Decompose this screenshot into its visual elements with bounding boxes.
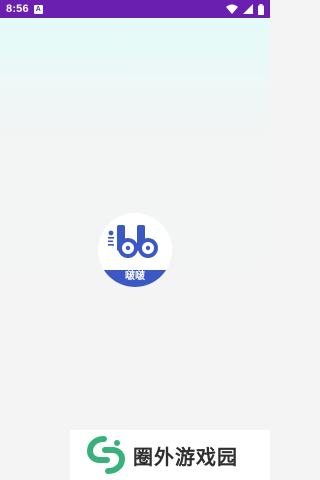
wifi-icon [226,4,238,14]
signal-icon [243,4,253,14]
status-left: 8:56 A [6,3,43,15]
app-name-band: 啵啵 [98,270,172,287]
status-bar: 8:56 A [0,0,270,18]
app-logo: 啵啵 [98,213,172,287]
app-name-label: 啵啵 [125,271,145,282]
watermark-text: 圈外游戏园 [133,444,238,469]
notification-a-icon: A [33,4,43,14]
quanwai-logo-icon [86,436,126,474]
battery-icon [258,3,264,15]
status-right [226,3,264,15]
site-watermark: 圈外游戏园 [70,430,270,480]
status-time: 8:56 [6,3,29,15]
